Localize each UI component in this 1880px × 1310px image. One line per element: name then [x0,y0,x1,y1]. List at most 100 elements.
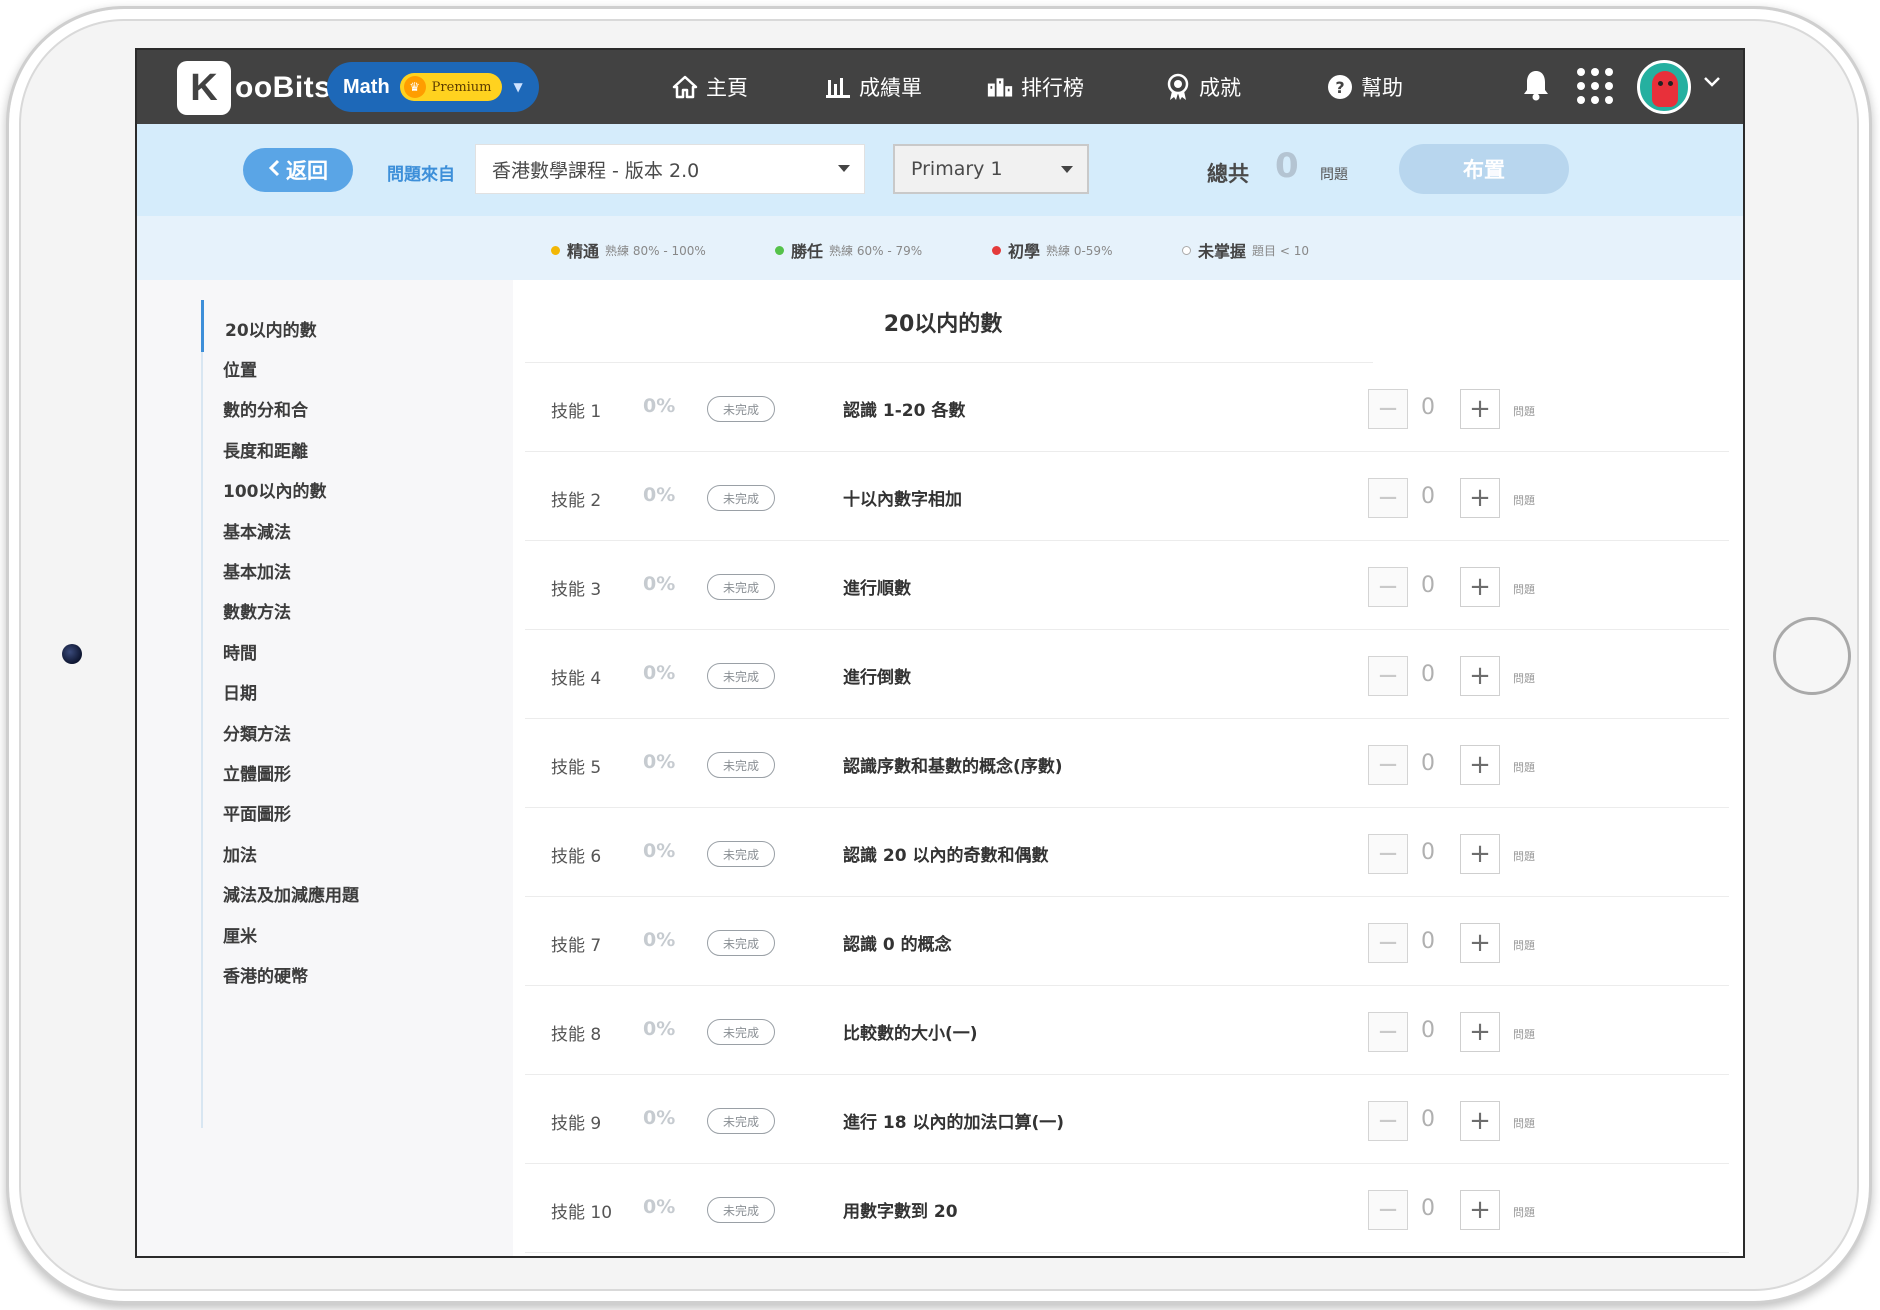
decrement-button[interactable]: − [1368,656,1408,696]
decrement-button[interactable]: − [1368,834,1408,874]
question-unit: 問題 [1513,1206,1535,1219]
skill-number: 技能 1 [551,402,602,422]
nav-achievement-label: 成就 [1199,76,1241,100]
nav-achievement[interactable]: 成就 [1165,50,1241,124]
grade-value: Primary 1 [911,158,1003,180]
skill-name[interactable]: 進行 18 以內的加法口算(一) [843,1108,1064,1133]
premium-badge: ♛ Premium [399,73,502,101]
sidebar-item-counting[interactable]: 數數方法 [223,598,291,623]
skill-percent: 0% [643,751,676,773]
skill-percent: 0% [643,1018,676,1040]
caret-down-icon: ▼ [513,80,523,94]
sidebar-item-100[interactable]: 100以內的數 [223,477,327,502]
skill-name[interactable]: 認識序數和基數的概念(序數) [843,752,1063,777]
total-unit: 問題 [1320,167,1348,183]
sidebar-item-addition-basic[interactable]: 基本加法 [223,558,291,583]
skill-number: 技能 2 [551,491,602,511]
back-label: 返回 [286,159,328,183]
sidebar-item-20[interactable]: 20以内的數 [225,316,317,341]
question-count: 0 [1421,484,1435,509]
skill-number: 技能 6 [551,847,602,867]
increment-button[interactable]: + [1460,567,1500,607]
koobits-logo[interactable]: K ooBits [177,60,331,116]
skill-percent: 0% [643,1107,676,1129]
sidebar-item-time[interactable]: 時間 [223,639,257,664]
home-hardware-button[interactable] [1773,617,1851,695]
back-button[interactable]: 返回 [243,148,353,192]
status-badge: 未完成 [707,1019,775,1045]
skill-name[interactable]: 認識 1-20 各數 [843,396,965,421]
apps-grid-icon[interactable] [1577,68,1613,104]
sidebar-active-indicator [201,300,204,352]
skill-name[interactable]: 十以內數字相加 [843,485,962,510]
nav-report[interactable]: 成績單 [825,50,922,124]
decrement-button[interactable]: − [1368,745,1408,785]
increment-button[interactable]: + [1460,745,1500,785]
increment-button[interactable]: + [1460,1101,1500,1141]
sidebar-item-addition[interactable]: 加法 [223,841,257,866]
legend-competent: 勝任 熟練 60% - 79% [775,238,922,262]
increment-button[interactable]: + [1460,1190,1500,1230]
increment-button[interactable]: + [1460,834,1500,874]
decrement-button[interactable]: − [1368,1190,1408,1230]
decrement-button[interactable]: − [1368,478,1408,518]
assign-button[interactable]: 布置 [1399,144,1569,194]
decrement-button[interactable]: − [1368,567,1408,607]
skill-percent: 0% [643,929,676,951]
sidebar-item-decompose[interactable]: 數的分和合 [223,396,308,421]
skill-name[interactable]: 用數字數到 20 [843,1197,958,1222]
chevron-down-icon[interactable] [1703,72,1721,93]
total-count: 0 [1275,146,1299,186]
grade-select[interactable]: Primary 1 [893,144,1089,194]
camera-icon [62,644,82,664]
question-count: 0 [1421,929,1435,954]
skill-number: 技能 7 [551,936,602,956]
sidebar-item-subtraction[interactable]: 基本減法 [223,518,291,543]
sidebar-item-word-problems[interactable]: 減法及加減應用題 [223,881,359,906]
decrement-button[interactable]: − [1368,1012,1408,1052]
sidebar-item-date[interactable]: 日期 [223,679,257,704]
medal-icon [1165,73,1191,100]
sidebar-item-coins[interactable]: 香港的硬幣 [223,962,308,987]
skill-name[interactable]: 認識 20 以內的奇數和偶數 [843,841,1049,866]
skill-row: 技能 2 0% 未完成 十以內數字相加 −0 + 問題 [525,452,1729,541]
skill-row: 技能 9 0% 未完成 進行 18 以內的加法口算(一) −0 + 問題 [525,1075,1729,1164]
increment-button[interactable]: + [1460,1012,1500,1052]
user-avatar[interactable] [1637,60,1691,114]
question-unit: 問題 [1513,405,1535,418]
increment-button[interactable]: + [1460,478,1500,518]
sidebar-item-3d-shapes[interactable]: 立體圖形 [223,760,291,785]
decrement-button[interactable]: − [1368,1101,1408,1141]
skills-panel: 20以内的數 技能 1 0% 未完成 認識 1-20 各數 −0 + 問題 技能 2 0% 未完成… [513,280,1743,1256]
subject-selector[interactable]: Math ♛ Premium ▼ [327,62,539,112]
sidebar-item-cm[interactable]: 厘米 [223,922,257,947]
increment-button[interactable]: + [1460,656,1500,696]
bar-chart-icon [825,74,851,100]
sidebar-item-length[interactable]: 長度和距離 [223,437,308,462]
skill-name[interactable]: 比較數的大小(一) [843,1019,978,1044]
sidebar-item-2d-shapes[interactable]: 平面圖形 [223,800,291,825]
question-unit: 問題 [1513,583,1535,596]
skill-number: 技能 10 [551,1203,613,1223]
skill-name[interactable]: 進行順數 [843,574,911,599]
sidebar-item-classify[interactable]: 分類方法 [223,720,291,745]
skill-number: 技能 4 [551,669,602,689]
sidebar-item-position[interactable]: 位置 [223,356,257,381]
legend-dot [551,245,560,255]
bell-icon[interactable] [1522,68,1550,106]
decrement-button[interactable]: − [1368,389,1408,429]
nav-home[interactable]: 主頁 [672,50,748,124]
skill-name[interactable]: 進行倒數 [843,663,911,688]
skill-row: 技能 3 0% 未完成 進行順數 −0 + 問題 [525,541,1729,630]
question-count: 0 [1421,1196,1435,1221]
increment-button[interactable]: + [1460,389,1500,429]
skill-name[interactable]: 認識 0 的概念 [843,930,952,955]
nav-rank[interactable]: 排行榜 [987,50,1084,124]
skill-percent: 0% [643,1196,676,1218]
increment-button[interactable]: + [1460,923,1500,963]
decrement-button[interactable]: − [1368,923,1408,963]
question-unit: 問題 [1513,939,1535,952]
skill-row: 技能 7 0% 未完成 認識 0 的概念 −0 + 問題 [525,897,1729,986]
course-select[interactable]: 香港數學課程 - 版本 2.0 [475,144,865,194]
nav-help[interactable]: ? 幫助 [1327,50,1403,124]
